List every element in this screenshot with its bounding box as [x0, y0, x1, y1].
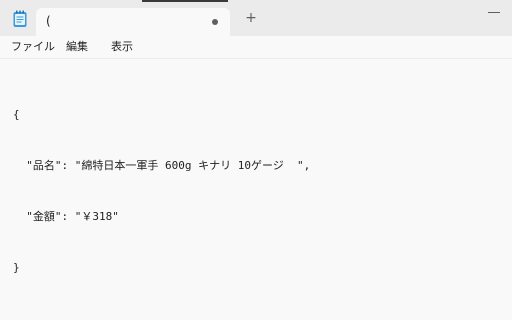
notepad-app-icon — [13, 10, 27, 27]
tab-title: ( — [46, 14, 51, 28]
menu-file[interactable]: ファイル — [11, 39, 55, 55]
editor-line: "金額": "￥318" — [13, 210, 119, 223]
minimize-icon[interactable] — [488, 12, 500, 13]
menu-bar: ファイル 編集 表示 — [0, 36, 512, 58]
document-tab[interactable]: ( — [36, 8, 230, 36]
title-bar-accent — [142, 0, 228, 2]
notepad-window: ( + ファイル 編集 表示 { "品名": "綿特日本一軍手 600g キナリ… — [0, 0, 512, 320]
editor-line: "品名": "綿特日本一軍手 600g キナリ 10ゲージ ", — [13, 159, 311, 172]
text-editor[interactable]: { "品名": "綿特日本一軍手 600g キナリ 10ゲージ ", "金額":… — [0, 59, 512, 320]
menu-view[interactable]: 表示 — [111, 39, 133, 55]
menu-edit[interactable]: 編集 — [66, 39, 88, 55]
new-tab-button[interactable]: + — [244, 11, 258, 25]
editor-content[interactable]: { "品名": "綿特日本一軍手 600g キナリ 10ゲージ ", "金額":… — [13, 72, 503, 310]
unsaved-indicator-icon[interactable] — [212, 19, 218, 25]
editor-line: } — [13, 261, 20, 274]
editor-line: { — [13, 108, 20, 121]
title-bar: ( + — [0, 0, 512, 36]
